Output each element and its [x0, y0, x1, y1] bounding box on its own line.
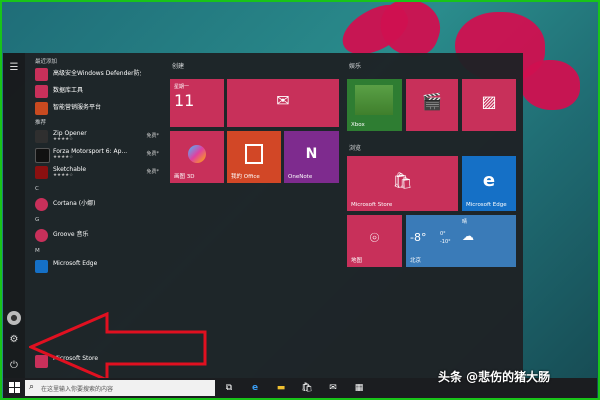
minecraft-art — [355, 85, 393, 115]
app-name: Zip Opener — [53, 130, 87, 137]
edge-icon[interactable]: e — [249, 382, 261, 394]
tile-label: 地图 — [351, 258, 363, 264]
tile-label: Microsoft Store — [351, 202, 393, 208]
app-name: 智能营销服务平台 — [53, 104, 102, 111]
mail-tile[interactable]: ✉ — [227, 79, 339, 127]
app-icon — [35, 130, 48, 143]
search-placeholder: 在这里输入你要搜索的内容 — [41, 386, 114, 393]
calendar-tile[interactable]: 星期一 11 — [170, 79, 224, 127]
paint3d-icon — [188, 145, 206, 164]
weather-high: 0° — [440, 231, 446, 237]
user-icon[interactable]: ● — [7, 311, 21, 325]
app-name: Forza Motorsport 6: Ap... — [53, 148, 128, 155]
tile-label: OneNote — [288, 174, 313, 180]
task-view-icon[interactable]: ⧉ — [223, 382, 235, 394]
onenote-tile[interactable]: N OneNote — [284, 131, 339, 183]
price-tag: 免费* — [146, 169, 159, 175]
tile-label: Microsoft Edge — [466, 202, 507, 208]
app-icon — [35, 148, 50, 163]
store-tile[interactable]: 🛍 Microsoft Store — [347, 156, 458, 211]
paint3d-tile[interactable]: 画图 3D — [170, 131, 224, 183]
group-header-browse: 浏览 — [349, 145, 362, 152]
calendar-weekday: 星期一 — [174, 84, 190, 90]
xbox-tile[interactable]: Xbox — [347, 79, 402, 131]
cortana-icon — [35, 198, 48, 211]
price-tag: 免费* — [146, 133, 159, 139]
letter-header-m[interactable]: M — [35, 248, 40, 254]
office-icon — [245, 144, 263, 165]
app-name: 数据库工具 — [53, 87, 84, 94]
mail-icon: ✉ — [276, 90, 290, 110]
list-item[interactable]: Forza Motorsport 6: Ap... ★★★★☆ 免费* — [35, 146, 163, 163]
app-name: Microsoft Edge — [53, 260, 98, 267]
app-icon — [35, 102, 48, 115]
hamburger-icon[interactable]: ☰ — [7, 61, 21, 75]
photo-icon: ▨ — [481, 92, 497, 112]
weather-low: -10° — [440, 239, 451, 245]
section-header-suggested: 推荐 — [35, 120, 47, 126]
onenote-icon: N — [305, 146, 318, 163]
app-icon — [35, 166, 48, 179]
section-header-recent: 最近添加 — [35, 59, 58, 65]
app-name: Cortana (小娜) — [53, 200, 96, 207]
weather-condition: 晴 — [462, 219, 468, 225]
app-rating: ★★★★☆ — [53, 137, 74, 142]
store-icon: 🛍 — [392, 170, 413, 190]
tile-label: 北京 — [410, 258, 422, 264]
list-item-edge[interactable]: Microsoft Edge — [35, 258, 163, 274]
weather-temp: -8° — [410, 231, 427, 244]
list-item[interactable]: Zip Opener ★★★★☆ 免费* — [35, 128, 163, 144]
calendar-day: 11 — [174, 91, 195, 110]
weather-icon: ☁ — [462, 229, 474, 243]
edge-icon: e — [482, 169, 496, 191]
office-tile[interactable]: 我的 Office — [227, 131, 281, 183]
search-icon: ⌕ — [29, 382, 35, 392]
list-item-groove[interactable]: Groove 音乐 — [35, 227, 163, 243]
power-icon[interactable]: ⏻ — [7, 359, 21, 373]
maps-tile[interactable]: ⌾ 地图 — [347, 215, 402, 267]
groove-icon — [35, 229, 48, 242]
settings-icon[interactable]: ⚙ — [7, 333, 21, 347]
app-rating: ★★★★☆ — [53, 173, 74, 178]
app-rating: ★★★★☆ — [53, 155, 74, 160]
list-item[interactable]: 高级安全Windows Defender防火墙 — [35, 66, 163, 82]
tile-label: 画图 3D — [174, 174, 195, 180]
left-rail: ☰ ● ⚙ ⏻ — [3, 53, 25, 378]
windows-start-icon[interactable] — [9, 382, 21, 394]
calculator-icon[interactable]: ▦ — [353, 382, 365, 394]
store-icon[interactable]: 🛍 — [301, 382, 313, 394]
map-icon: ⌾ — [369, 228, 380, 248]
list-item[interactable]: 智能营销服务平台 — [35, 100, 163, 116]
photos-tile[interactable]: ▨ — [462, 79, 516, 131]
list-item[interactable]: Sketchable ★★★★☆ 免费* — [35, 164, 163, 180]
app-name: Groove 音乐 — [53, 231, 89, 238]
app-icon — [35, 85, 48, 98]
tile-label: Xbox — [351, 122, 365, 128]
file-explorer-icon[interactable]: ▬ — [275, 382, 287, 394]
weather-tile[interactable]: 晴 -8° 0° -10° ☁ 北京 — [406, 215, 516, 267]
list-item-cortana[interactable]: Cortana (小娜) — [35, 196, 163, 212]
price-tag: 免费* — [146, 151, 159, 157]
app-name: Sketchable — [53, 166, 87, 173]
app-name: 高级安全Windows Defender防火墙 — [53, 70, 141, 77]
group-header-play: 娱乐 — [349, 63, 362, 70]
edge-icon — [35, 260, 48, 273]
group-header-create: 创建 — [172, 63, 185, 70]
red-arrow-annotation — [29, 312, 207, 382]
edge-tile[interactable]: e Microsoft Edge — [462, 156, 516, 211]
flower-decoration — [520, 60, 580, 110]
movies-tile[interactable]: 🎬 — [406, 79, 458, 131]
app-icon — [35, 68, 48, 81]
tile-area: 创建 星期一 11 ✉ 画图 3D 我的 Office N OneNote 娱乐… — [168, 53, 523, 378]
tile-label: 我的 Office — [231, 174, 260, 180]
search-box[interactable]: ⌕ 在这里输入你要搜索的内容 — [25, 380, 215, 396]
film-icon: 🎬 — [422, 92, 442, 112]
list-item[interactable]: 数据库工具 — [35, 83, 163, 99]
mail-icon[interactable]: ✉ — [327, 382, 339, 394]
letter-header-g[interactable]: G — [35, 217, 39, 223]
watermark: 头条 @悲伤的猪大肠 — [438, 370, 551, 384]
letter-header-c[interactable]: C — [35, 186, 39, 192]
